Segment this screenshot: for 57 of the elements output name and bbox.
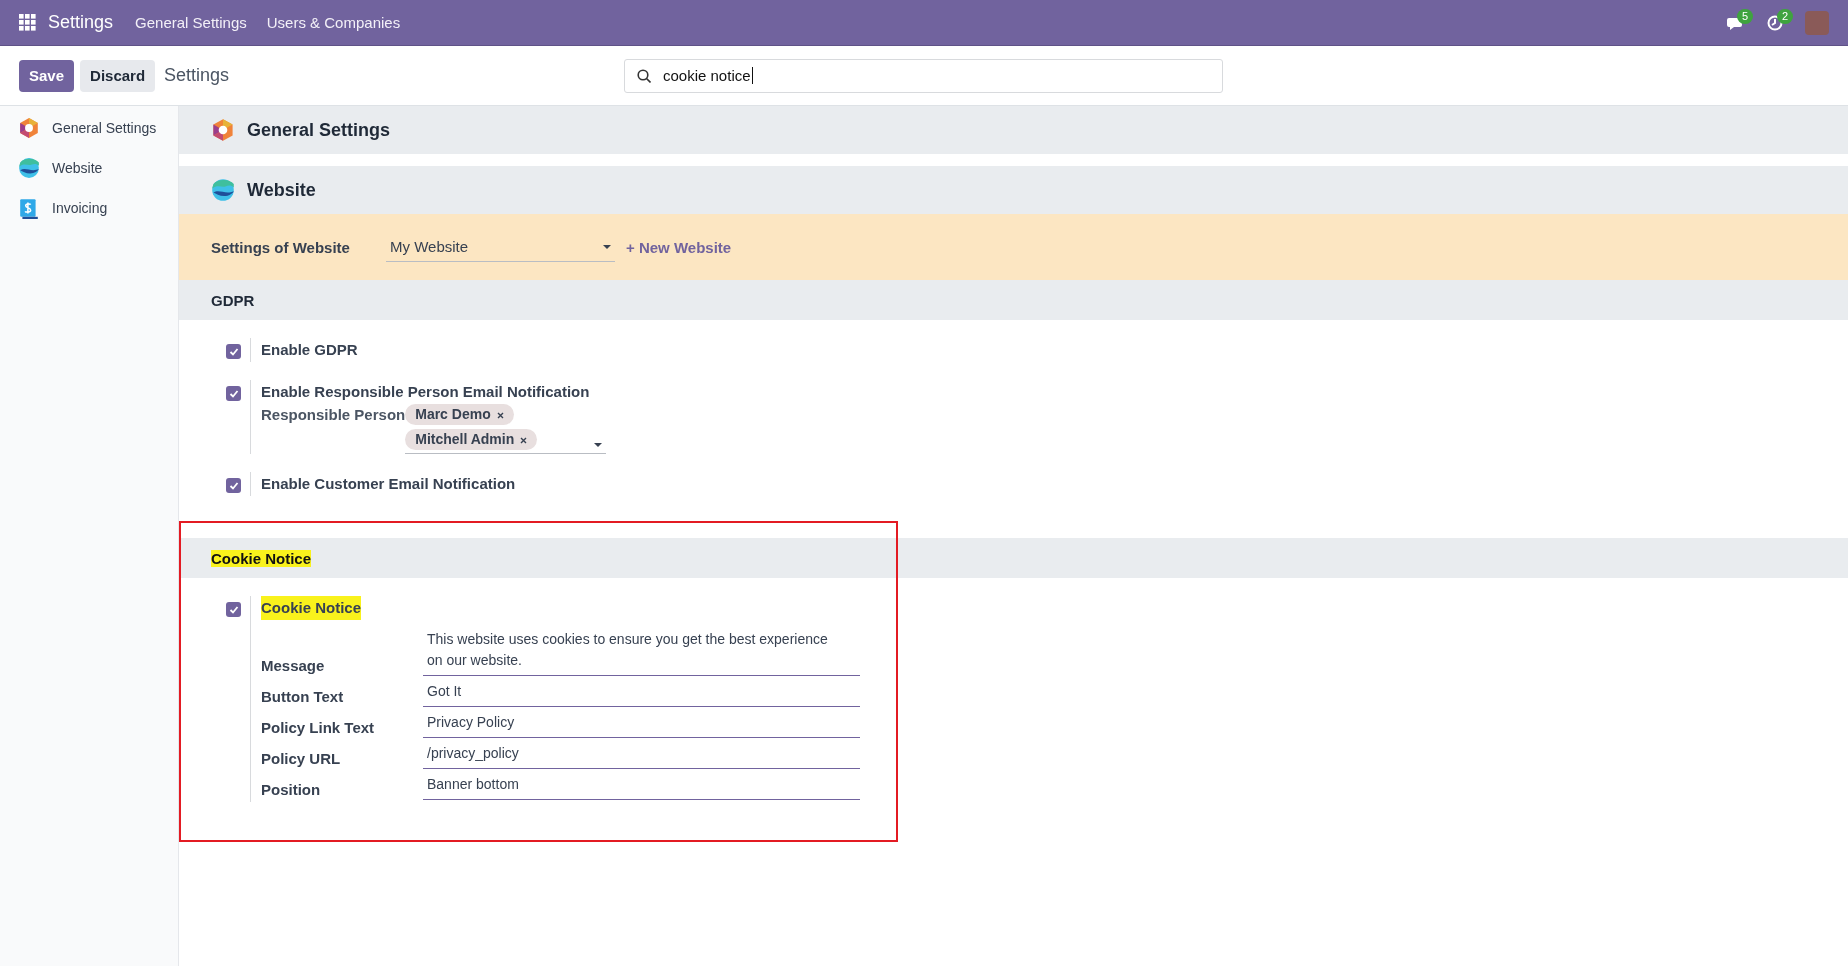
setting-label: Cookie Notice <box>261 596 362 620</box>
website-dropdown[interactable]: My Website <box>386 232 615 262</box>
hexagon-logo-icon <box>211 118 235 142</box>
sidebar-item[interactable]: Website <box>0 148 178 188</box>
field-label: Policy Link Text <box>261 719 376 738</box>
caret-icon <box>594 443 603 447</box>
check-icon <box>228 388 239 399</box>
setting-label: Enable Customer Email Notification <box>261 474 516 494</box>
save-button[interactable]: Save <box>19 59 75 92</box>
sidebar-item[interactable]: Invoicing <box>0 188 178 228</box>
field-label: Settings of Website <box>211 238 351 256</box>
checkbox[interactable] <box>226 386 241 401</box>
globe-logo-icon <box>18 157 40 179</box>
input-field[interactable]: This website uses cookies to ensure you get the best experience on our website. <box>423 626 860 676</box>
app-name[interactable]: Settings <box>48 12 114 33</box>
field-label: Button Text <box>261 688 345 707</box>
activity-count-badge: 2 <box>1777 8 1794 24</box>
section-title: Website <box>247 179 316 201</box>
invoice-logo-icon <box>18 197 40 219</box>
apps-menu-icon[interactable] <box>19 14 36 31</box>
checkbox[interactable] <box>226 344 241 359</box>
sidebar-item[interactable]: General Settings <box>0 108 178 148</box>
menu-item[interactable]: Users & Companies <box>266 14 401 31</box>
remove-icon[interactable] <box>520 437 528 444</box>
new-website-link[interactable]: + New Website <box>626 238 732 256</box>
caret-icon <box>603 244 611 249</box>
field-label: Message <box>261 657 326 676</box>
input-field[interactable]: Got It <box>423 678 860 707</box>
breadcrumb: Settings <box>164 65 230 86</box>
message-count-badge: 5 <box>1737 8 1754 24</box>
tags-field[interactable]: Marc Demo Mitchell Admin <box>405 404 607 454</box>
remove-icon[interactable] <box>496 412 504 419</box>
field-label: Policy URL <box>261 750 342 769</box>
user-tag: Marc Demo <box>405 404 514 425</box>
checkbox[interactable] <box>226 602 241 617</box>
user-tag: Mitchell Admin <box>405 429 538 450</box>
search-field[interactable]: cookie notice <box>624 58 1223 93</box>
section-title: General Settings <box>247 119 391 141</box>
check-icon <box>228 604 239 615</box>
field-label: Responsible Person <box>261 405 406 425</box>
setting-label: Enable GDPR <box>261 340 358 360</box>
group-title: Cookie Notice <box>211 549 312 567</box>
clock-icon[interactable] <box>1767 14 1783 31</box>
menu-item[interactable]: General Settings <box>135 14 247 31</box>
hexagon-logo-icon <box>18 117 40 139</box>
group-title: GDPR <box>211 291 255 309</box>
checkbox[interactable] <box>226 478 241 493</box>
check-icon <box>228 480 239 491</box>
input-field[interactable]: /privacy_policy <box>423 740 860 769</box>
field-label: Position <box>261 781 322 800</box>
search-icon <box>637 68 651 83</box>
discard-button[interactable]: Discard <box>80 59 156 92</box>
globe-logo-icon <box>211 178 235 202</box>
check-icon <box>228 346 239 357</box>
input-field[interactable]: Banner bottom <box>423 771 860 800</box>
setting-label: Enable Responsible Person Email Notification <box>261 382 590 402</box>
input-field[interactable]: Privacy Policy <box>423 709 860 738</box>
